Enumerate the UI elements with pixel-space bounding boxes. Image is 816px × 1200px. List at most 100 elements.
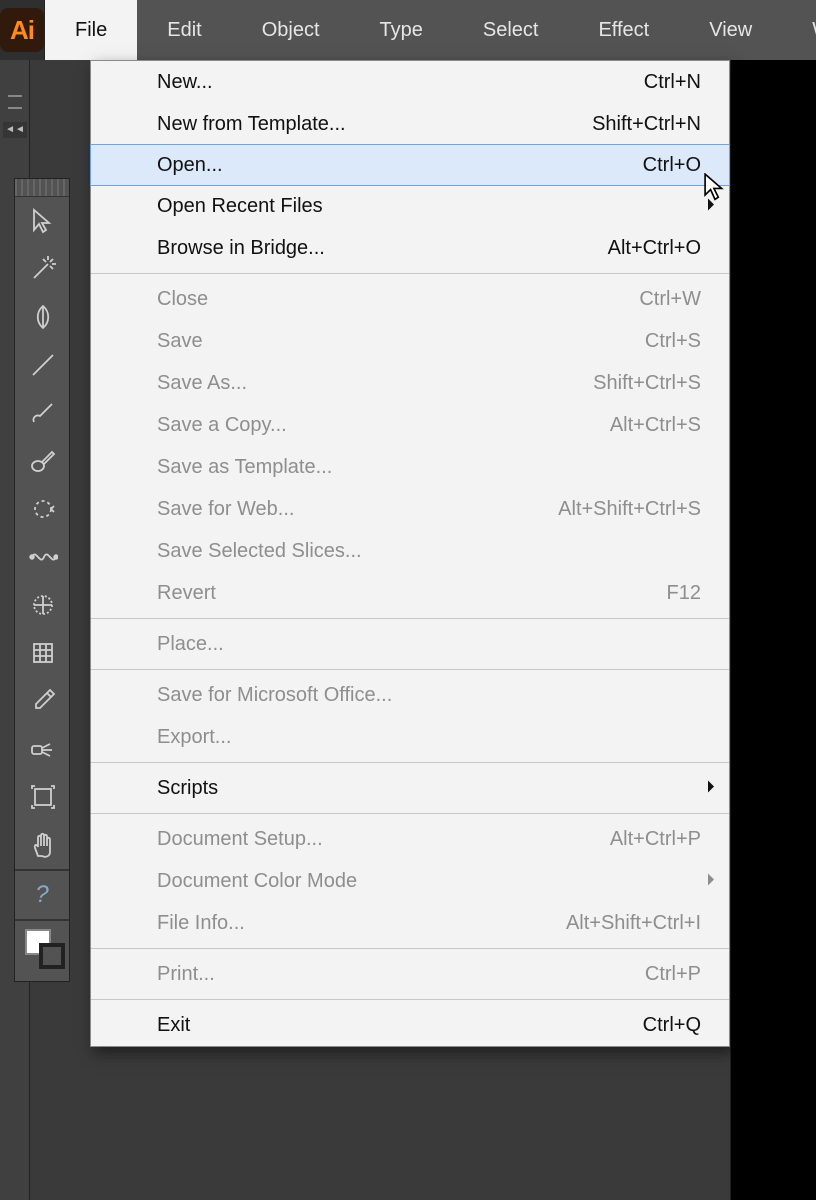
tool-rotate[interactable] — [15, 485, 71, 533]
menuitem-save-a-copy: Save a Copy...Alt+Ctrl+S — [91, 404, 729, 446]
menu-separator — [91, 762, 729, 763]
menuitem-save-as-template: Save as Template... — [91, 446, 729, 488]
tools-grip-icon[interactable] — [15, 179, 69, 197]
menu-type[interactable]: Type — [350, 0, 453, 60]
menuitem-close: CloseCtrl+W — [91, 278, 729, 320]
pen-icon — [28, 302, 58, 332]
menuitem-label: Exit — [157, 1014, 643, 1037]
menuitem-shortcut: Ctrl+Q — [643, 1014, 701, 1037]
menu-object[interactable]: Object — [232, 0, 350, 60]
menuitem-file-info: File Info...Alt+Shift+Ctrl+I — [91, 902, 729, 944]
document-area[interactable] — [730, 60, 816, 1200]
menuitem-shortcut: Alt+Ctrl+O — [608, 237, 701, 260]
artboard-icon — [28, 782, 58, 812]
menuitem-label: New from Template... — [157, 113, 592, 136]
menuitem-label: Browse in Bridge... — [157, 237, 608, 260]
panel-grip-icon — [8, 95, 22, 109]
menuitem-shortcut: F12 — [667, 582, 701, 605]
menu-separator — [91, 999, 729, 1000]
menuitem-shortcut: Ctrl+S — [645, 330, 701, 353]
rotate-icon — [28, 494, 58, 524]
menuitem-shortcut: Ctrl+W — [639, 288, 701, 311]
menuitem-label: Save for Microsoft Office... — [157, 684, 701, 707]
fill-stroke-swatch[interactable] — [15, 921, 69, 981]
menuitem-label: Revert — [157, 582, 667, 605]
menu-label: Effect — [598, 19, 649, 42]
menuitem-label: Save as Template... — [157, 456, 701, 479]
menuitem-label: Save a Copy... — [157, 414, 610, 437]
app-logo-badge: Ai — [0, 8, 44, 52]
menuitem-save-for-microsoft-office: Save for Microsoft Office... — [91, 674, 729, 716]
menu-view[interactable]: View — [679, 0, 782, 60]
tool-warp[interactable] — [15, 533, 71, 581]
menubar-items: File Edit Object Type Select Effect View Window — [45, 0, 816, 60]
tool-free-transform[interactable] — [15, 581, 71, 629]
menu-label: Object — [262, 19, 320, 42]
menuitem-label: Document Color Mode — [157, 870, 701, 893]
submenu-arrow-icon — [707, 195, 715, 218]
menuitem-label: Place... — [157, 633, 701, 656]
menuitem-exit[interactable]: ExitCtrl+Q — [91, 1004, 729, 1046]
mesh-icon — [28, 638, 58, 668]
menuitem-scripts[interactable]: Scripts — [91, 767, 729, 809]
menu-effect[interactable]: Effect — [568, 0, 679, 60]
menuitem-label: Save Selected Slices... — [157, 540, 701, 563]
selection-icon — [28, 206, 58, 236]
menu-select[interactable]: Select — [453, 0, 569, 60]
menuitem-shortcut: Shift+Ctrl+N — [592, 113, 701, 136]
menu-label: Window — [812, 19, 816, 42]
brush-icon — [28, 398, 58, 428]
tool-pen[interactable] — [15, 293, 71, 341]
menu-edit[interactable]: Edit — [137, 0, 231, 60]
submenu-arrow-icon — [707, 777, 715, 800]
menuitem-label: File Info... — [157, 912, 566, 935]
menubar: Ai File Edit Object Type Select Effect View Win… — [0, 0, 816, 60]
menuitem-new[interactable]: New...Ctrl+N — [91, 61, 729, 103]
tool-symbol-sprayer[interactable] — [15, 725, 71, 773]
menu-file[interactable]: File — [45, 0, 137, 60]
menuitem-save-for-web: Save for Web...Alt+Shift+Ctrl+S — [91, 488, 729, 530]
menuitem-new-from-template[interactable]: New from Template...Shift+Ctrl+N — [91, 103, 729, 145]
menuitem-open[interactable]: Open...Ctrl+O — [90, 144, 730, 186]
tool-hand[interactable] — [15, 821, 71, 869]
tool-selection[interactable] — [15, 197, 71, 245]
file-menu-dropdown: New...Ctrl+NNew from Template...Shift+Ct… — [90, 60, 730, 1047]
tool-eyedropper[interactable] — [15, 677, 71, 725]
menuitem-shortcut: Alt+Ctrl+P — [610, 828, 701, 851]
tool-blob-brush[interactable] — [15, 437, 71, 485]
tool-artboard[interactable] — [15, 773, 71, 821]
warp-icon — [28, 542, 58, 572]
menuitem-revert: RevertF12 — [91, 572, 729, 614]
free-transform-icon — [28, 590, 58, 620]
menuitem-export: Export... — [91, 716, 729, 758]
menu-separator — [91, 618, 729, 619]
menuitem-save-selected-slices: Save Selected Slices... — [91, 530, 729, 572]
menu-separator — [91, 813, 729, 814]
menuitem-print: Print...Ctrl+P — [91, 953, 729, 995]
menu-window[interactable]: Window — [782, 0, 816, 60]
tool-line[interactable] — [15, 341, 71, 389]
menuitem-shortcut: Alt+Ctrl+S — [610, 414, 701, 437]
menuitem-label: Save — [157, 330, 645, 353]
menu-separator — [91, 948, 729, 949]
menu-label: File — [75, 19, 107, 42]
menuitem-browse-in-bridge[interactable]: Browse in Bridge...Alt+Ctrl+O — [91, 227, 729, 269]
tool-mesh[interactable] — [15, 629, 71, 677]
app-logo-text: Ai — [10, 15, 34, 46]
hand-icon — [28, 830, 58, 860]
tool-brush[interactable] — [15, 389, 71, 437]
menuitem-label: Print... — [157, 963, 645, 986]
menuitem-shortcut: Ctrl+O — [643, 154, 701, 177]
menuitem-save: SaveCtrl+S — [91, 320, 729, 362]
stroke-color-icon[interactable] — [39, 943, 65, 969]
menu-label: Select — [483, 19, 539, 42]
menuitem-open-recent-files[interactable]: Open Recent Files — [91, 185, 729, 227]
menuitem-place: Place... — [91, 623, 729, 665]
tool-magic-wand[interactable] — [15, 245, 71, 293]
collapse-panels-button[interactable]: ◄◄ — [3, 122, 27, 138]
menuitem-label: Save for Web... — [157, 498, 558, 521]
symbol-sprayer-icon — [28, 734, 58, 764]
help-button[interactable]: ? — [15, 871, 69, 919]
menuitem-save-as: Save As...Shift+Ctrl+S — [91, 362, 729, 404]
menu-label: Type — [380, 19, 423, 42]
